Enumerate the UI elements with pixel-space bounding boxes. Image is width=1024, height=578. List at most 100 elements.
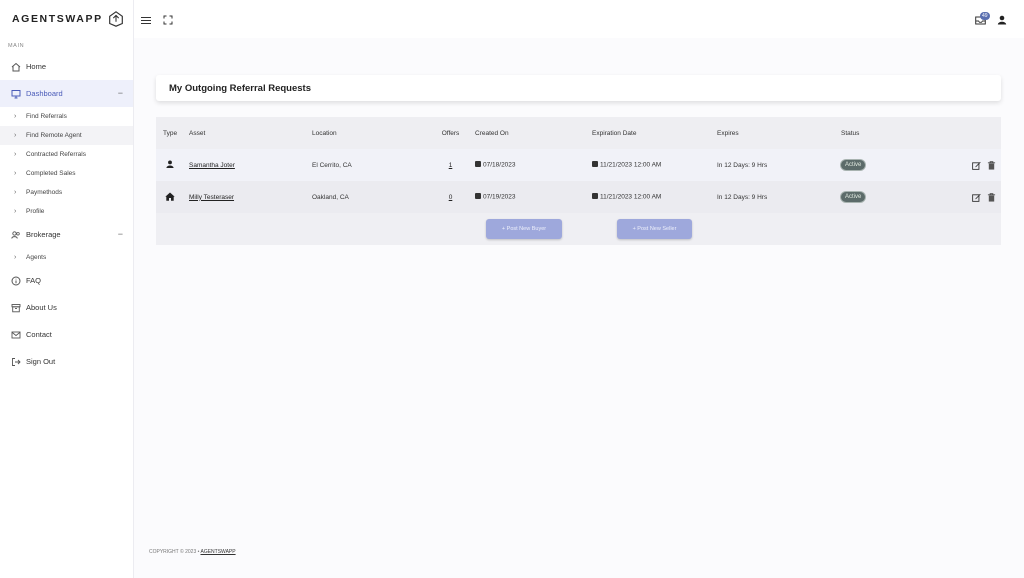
column-header-created: Created On	[475, 129, 509, 137]
sidebar-subitem-find-remote-agent[interactable]: › Find Remote Agent	[0, 126, 133, 145]
sidebar-item-label: FAQ	[26, 276, 42, 285]
chevron-right-icon: ›	[14, 189, 17, 196]
asset-link[interactable]: Samantha Joter	[189, 162, 235, 169]
brand-logo[interactable]: AGENTSWAPP	[0, 0, 133, 38]
sign-out-icon	[10, 356, 21, 367]
table-header-row: Type Asset Location Offers Created On Ex…	[156, 117, 1001, 149]
sidebar-item-brokerage[interactable]: Brokerage −	[0, 221, 133, 248]
sidebar-subitem-agents[interactable]: › Agents	[0, 248, 133, 267]
status-badge: Active	[841, 192, 866, 202]
trash-icon[interactable]	[987, 160, 996, 170]
calendar-icon	[475, 193, 481, 200]
menu-icon[interactable]	[140, 14, 152, 26]
sidebar-item-contact[interactable]: Contact	[0, 321, 133, 348]
post-new-buyer-button[interactable]: + Post New Buyer	[486, 219, 562, 239]
sidebar-item-dashboard[interactable]: Dashboard −	[0, 80, 133, 107]
sidebar-subitem-label: Paymethods	[26, 189, 63, 196]
asset-link[interactable]: Milly Testeraser	[189, 194, 234, 201]
sidebar-item-label: Home	[26, 62, 47, 71]
notification-badge: 49	[980, 12, 990, 20]
info-circle-icon	[10, 275, 21, 286]
sidebar-subitem-label: Agents	[26, 254, 47, 261]
expiration-cell: 11/21/2023 12:00 AM	[592, 181, 717, 213]
trash-icon[interactable]	[987, 192, 996, 202]
location-cell: El Cerrito, CA	[312, 161, 352, 169]
expiration-date: 11/21/2023 12:00 AM	[600, 161, 662, 169]
sidebar-subitem-label: Contracted Referrals	[26, 151, 86, 158]
page-title: My Outgoing Referral Requests	[169, 82, 311, 94]
copyright-text: COPYRIGHT © 2023 •	[149, 549, 200, 555]
brand-name: AGENTSWAPP	[12, 13, 103, 25]
table-row: Milly Testeraser Oakland, CA 0 07/19/202…	[156, 181, 1001, 213]
sidebar-item-signout[interactable]: Sign Out	[0, 348, 133, 375]
sidebar-subitem-paymethods[interactable]: › Paymethods	[0, 183, 133, 202]
sidebar-item-faq[interactable]: FAQ	[0, 267, 133, 294]
created-cell: 07/19/2023	[469, 181, 592, 213]
collapse-icon[interactable]: −	[118, 88, 123, 98]
sidebar: AGENTSWAPP MAIN Home Dashboard − › Find R…	[0, 0, 134, 578]
column-header-type: Type	[163, 129, 178, 137]
house-icon	[156, 181, 189, 213]
sidebar-subitem-contracted-referrals[interactable]: › Contracted Referrals	[0, 145, 133, 164]
archive-icon	[10, 302, 21, 313]
created-date: 07/19/2023	[483, 193, 516, 201]
edit-icon[interactable]	[972, 193, 981, 202]
expiration-cell: 11/21/2023 12:00 AM	[592, 149, 717, 181]
chevron-right-icon: ›	[14, 170, 17, 177]
footer-brand-link[interactable]: AGENTSWAPP	[200, 549, 235, 555]
sidebar-item-label: Brokerage	[26, 230, 61, 239]
monitor-icon	[10, 88, 21, 99]
offers-link[interactable]: 0	[449, 194, 453, 201]
sidebar-subitem-label: Profile	[26, 208, 45, 215]
location-cell: Oakland, CA	[312, 193, 349, 201]
expires-cell: In 12 Days: 9 Hrs	[717, 161, 768, 169]
section-label-main: MAIN	[8, 43, 25, 49]
chevron-right-icon: ›	[14, 254, 17, 261]
column-header-asset: Asset	[189, 129, 206, 137]
sidebar-item-about[interactable]: About Us	[0, 294, 133, 321]
created-date: 07/18/2023	[483, 161, 516, 169]
sidebar-subitem-completed-sales[interactable]: › Completed Sales	[0, 164, 133, 183]
logo-mark-icon	[108, 11, 123, 27]
column-header-location: Location	[312, 129, 337, 137]
table-row: Samantha Joter El Cerrito, CA 1 07/18/20…	[156, 149, 1001, 181]
sidebar-subitem-label: Find Remote Agent	[26, 132, 82, 139]
offers-link[interactable]: 1	[449, 162, 453, 169]
user-icon[interactable]	[996, 14, 1008, 26]
sidebar-item-label: Sign Out	[26, 357, 56, 366]
sidebar-subitem-find-referrals[interactable]: › Find Referrals	[0, 107, 133, 126]
home-icon	[10, 61, 21, 72]
collapse-icon[interactable]: −	[118, 229, 123, 239]
sidebar-subitem-label: Completed Sales	[26, 170, 76, 177]
column-header-expiration: Expiration Date	[592, 129, 637, 137]
calendar-icon	[592, 193, 598, 200]
chevron-right-icon: ›	[14, 151, 17, 158]
referral-table: Type Asset Location Offers Created On Ex…	[156, 117, 1001, 245]
row-actions	[961, 149, 1001, 181]
sidebar-item-home[interactable]: Home	[0, 53, 133, 80]
expires-cell: In 12 Days: 9 Hrs	[717, 193, 768, 201]
main-content: My Outgoing Referral Requests Type Asset…	[134, 38, 1024, 578]
column-header-expires: Expires	[717, 129, 739, 137]
row-actions	[961, 181, 1001, 213]
status-badge: Active	[841, 160, 866, 170]
person-icon	[156, 149, 189, 181]
chevron-right-icon: ›	[14, 132, 17, 139]
sidebar-item-label: Contact	[26, 330, 52, 339]
post-new-seller-button[interactable]: + Post New Seller	[617, 219, 692, 239]
topbar: 49	[134, 0, 1024, 38]
expiration-date: 11/21/2023 12:00 AM	[600, 193, 662, 201]
chevron-right-icon: ›	[14, 208, 17, 215]
calendar-icon	[475, 161, 481, 168]
column-header-status: Status	[841, 129, 860, 137]
footer: COPYRIGHT © 2023 • AGENTSWAPP	[149, 549, 236, 555]
sidebar-subitem-profile[interactable]: › Profile	[0, 202, 133, 221]
users-icon	[10, 229, 21, 240]
page-header-card: My Outgoing Referral Requests	[156, 75, 1001, 101]
sidebar-item-label: Dashboard	[26, 89, 63, 98]
created-cell: 07/18/2023	[469, 149, 592, 181]
fullscreen-icon[interactable]	[162, 14, 174, 26]
column-header-offers: Offers	[441, 129, 460, 137]
edit-icon[interactable]	[972, 161, 981, 170]
chevron-right-icon: ›	[14, 113, 17, 120]
